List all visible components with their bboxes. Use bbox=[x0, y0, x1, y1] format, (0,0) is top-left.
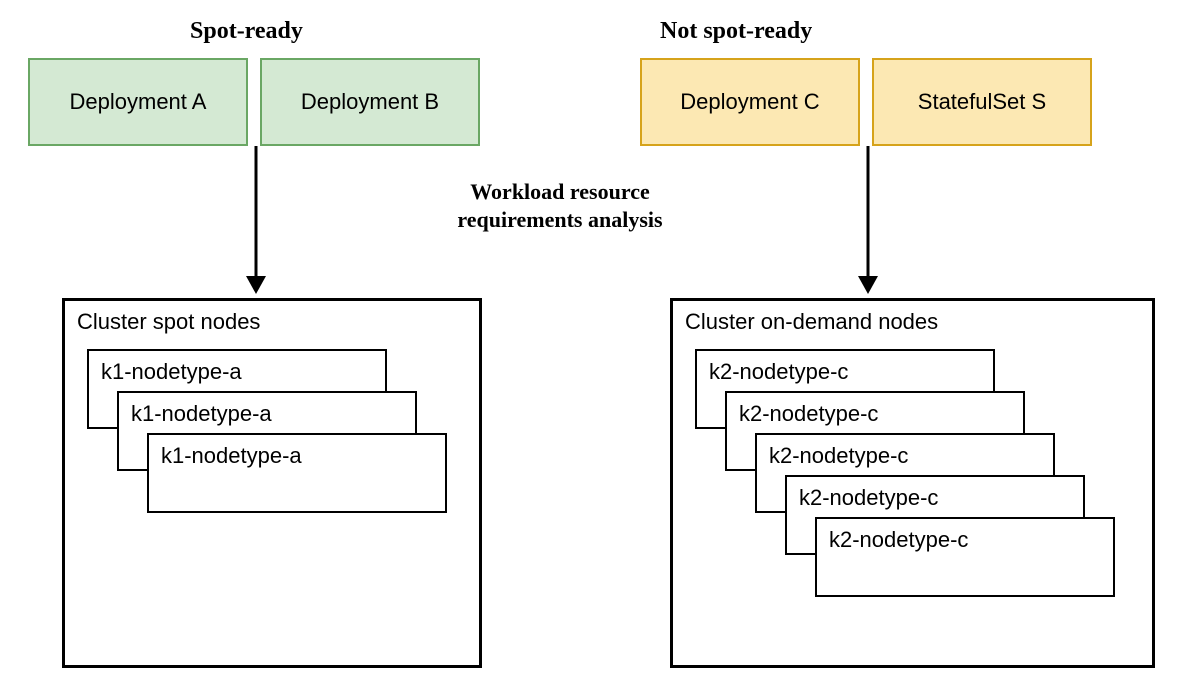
deployment-c-label: Deployment C bbox=[680, 89, 819, 115]
arrow-left bbox=[246, 146, 266, 296]
node-card: k2-nodetype-c bbox=[815, 517, 1115, 597]
cluster-ondemand-title: Cluster on-demand nodes bbox=[673, 301, 1152, 343]
diagram-canvas: Spot-ready Not spot-ready Deployment A D… bbox=[0, 0, 1200, 696]
node-card-label: k2-nodetype-c bbox=[739, 401, 878, 426]
deployment-b-box: Deployment B bbox=[260, 58, 480, 146]
cluster-ondemand: Cluster on-demand nodes k2-nodetype-c k2… bbox=[670, 298, 1155, 668]
center-label: Workload resource requirements analysis bbox=[440, 178, 680, 233]
statefulset-s-box: StatefulSet S bbox=[872, 58, 1092, 146]
node-card-label: k1-nodetype-a bbox=[161, 443, 302, 468]
node-card-label: k2-nodetype-c bbox=[709, 359, 848, 384]
deployment-b-label: Deployment B bbox=[301, 89, 439, 115]
node-card-label: k2-nodetype-c bbox=[829, 527, 968, 552]
deployment-a-box: Deployment A bbox=[28, 58, 248, 146]
node-card-label: k2-nodetype-c bbox=[769, 443, 908, 468]
heading-not-spot-ready: Not spot-ready bbox=[660, 18, 812, 45]
cluster-spot-title: Cluster spot nodes bbox=[65, 301, 479, 343]
cluster-spot: Cluster spot nodes k1-nodetype-a k1-node… bbox=[62, 298, 482, 668]
node-card-label: k1-nodetype-a bbox=[101, 359, 242, 384]
node-card-label: k1-nodetype-a bbox=[131, 401, 272, 426]
deployment-c-box: Deployment C bbox=[640, 58, 860, 146]
statefulset-s-label: StatefulSet S bbox=[918, 89, 1046, 115]
arrow-right bbox=[858, 146, 878, 296]
node-card-label: k2-nodetype-c bbox=[799, 485, 938, 510]
deployment-a-label: Deployment A bbox=[70, 89, 207, 115]
heading-spot-ready: Spot-ready bbox=[190, 18, 303, 45]
node-card: k1-nodetype-a bbox=[147, 433, 447, 513]
